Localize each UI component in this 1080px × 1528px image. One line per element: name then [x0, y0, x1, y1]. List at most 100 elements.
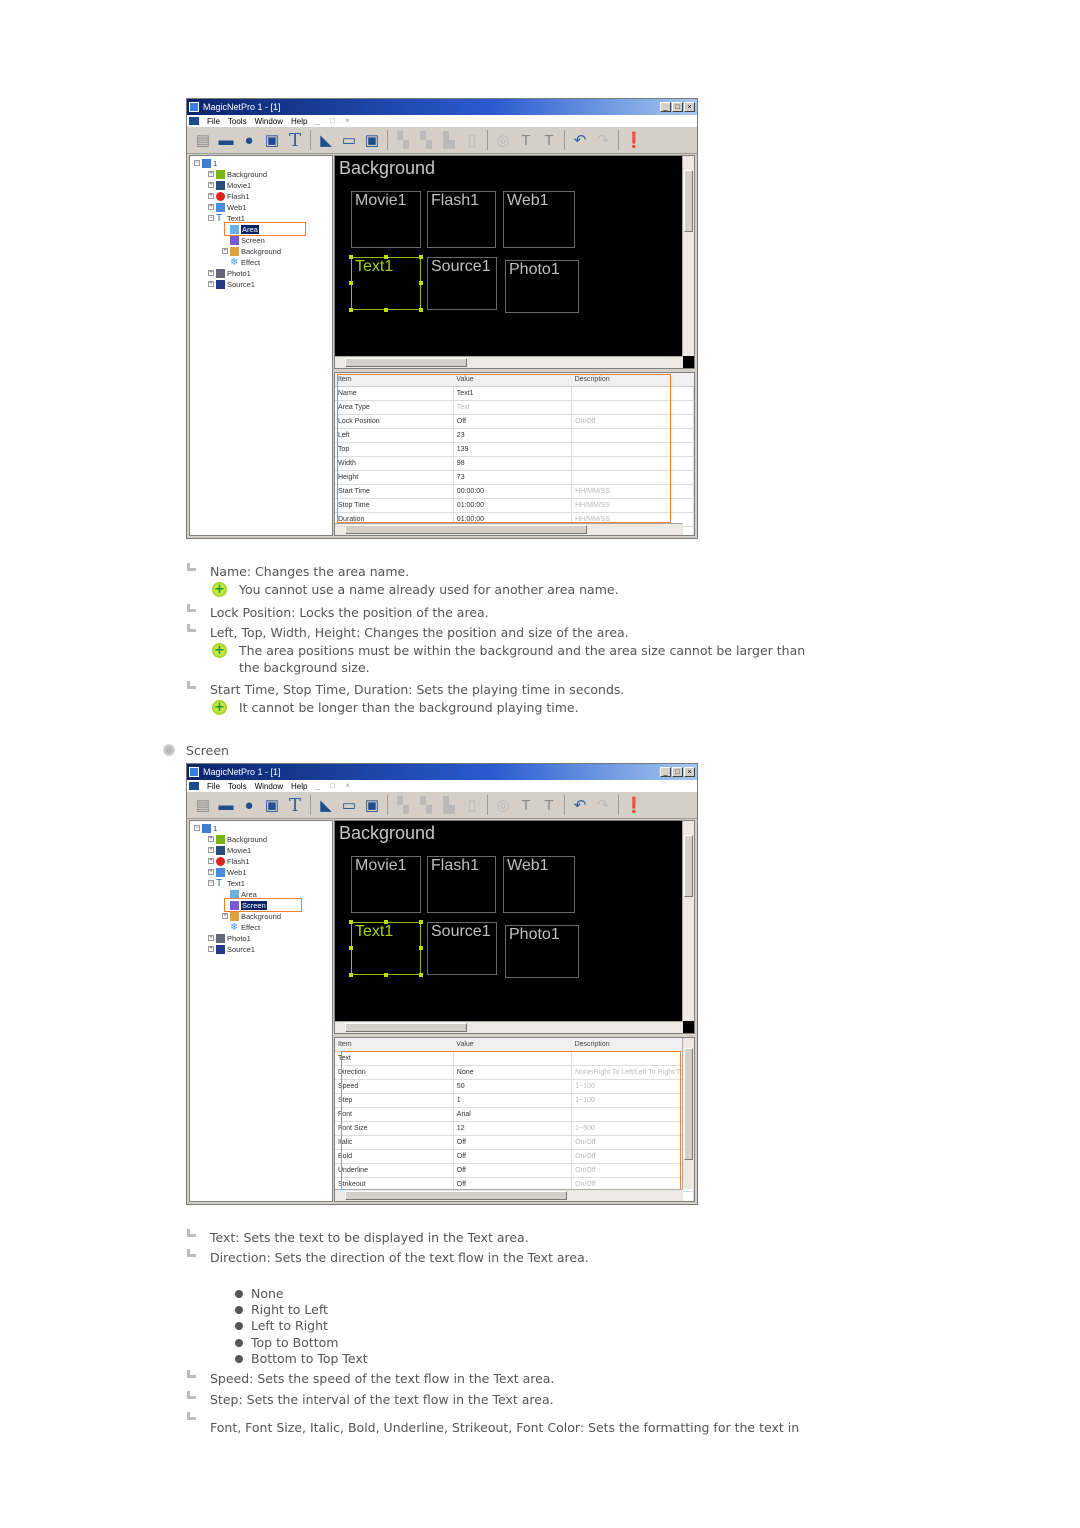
area-movie1[interactable]: Movie1	[351, 191, 421, 248]
menu-window[interactable]: Window	[255, 117, 283, 126]
remove-layer-icon[interactable]: ▚	[416, 130, 436, 150]
expand-icon[interactable]: +	[208, 281, 214, 287]
property-row[interactable]: Name Text1	[335, 386, 694, 401]
tree-item-movie1[interactable]: + Movie1	[208, 845, 251, 855]
property-value[interactable]: Off	[453, 1163, 573, 1178]
remove-layer-icon[interactable]: ▚	[416, 795, 436, 815]
expand-icon[interactable]: +	[208, 858, 214, 864]
column-header-value[interactable]: Value	[453, 373, 572, 387]
resize-handle[interactable]	[419, 308, 423, 312]
open-folder-icon[interactable]: ◣	[316, 795, 336, 815]
monitor-icon[interactable]: ▬	[216, 795, 236, 815]
device-icon[interactable]: ●	[239, 130, 259, 150]
property-row[interactable]: Lock Position Off On/Off	[335, 414, 694, 429]
expand-icon[interactable]: +	[208, 204, 214, 210]
column-header-description[interactable]: Description	[571, 373, 694, 387]
area-web1[interactable]: Web1	[503, 856, 575, 913]
property-value[interactable]	[453, 1051, 573, 1066]
scroll-thumb[interactable]	[684, 1048, 693, 1160]
property-value[interactable]: 00:00:00	[453, 484, 573, 499]
save-icon[interactable]: ▭	[339, 795, 359, 815]
tree-item-effect[interactable]: ❄ Effect	[230, 257, 260, 267]
tree-item-web1[interactable]: + Web1	[208, 202, 246, 212]
expand-icon[interactable]: +	[222, 248, 228, 254]
property-value[interactable]: 73	[453, 470, 573, 485]
canvas-horizontal-scrollbar[interactable]	[335, 356, 683, 368]
maximize-button[interactable]: □	[672, 767, 683, 777]
mdi-controls[interactable]: _ □ ×	[315, 781, 695, 790]
expand-icon[interactable]: +	[208, 935, 214, 941]
expand-icon[interactable]: +	[208, 847, 214, 853]
properties-horizontal-scrollbar[interactable]	[335, 1189, 683, 1201]
open-folder-icon[interactable]: ◣	[316, 130, 336, 150]
tree-item-text-background[interactable]: + Background	[222, 246, 281, 256]
resize-handle[interactable]	[349, 308, 353, 312]
canvas-horizontal-scrollbar[interactable]	[335, 1021, 683, 1033]
property-value[interactable]: 23	[453, 428, 573, 443]
property-row[interactable]: Italic Off On/Off	[335, 1135, 694, 1150]
tree-item-source1[interactable]: + Source1	[208, 944, 255, 954]
text-align-left-icon[interactable]: T	[516, 795, 536, 815]
close-button[interactable]: ×	[684, 767, 695, 777]
menu-help[interactable]: Help	[291, 782, 307, 791]
device-icon[interactable]: ●	[239, 795, 259, 815]
resize-handle[interactable]	[384, 973, 388, 977]
copy-icon[interactable]: ▙	[439, 130, 459, 150]
property-value[interactable]: Off	[453, 414, 573, 429]
info-icon[interactable]: ❗	[624, 130, 644, 150]
resize-handle[interactable]	[349, 946, 353, 950]
tree-item-photo1[interactable]: + Photo1	[208, 268, 251, 278]
layout-canvas[interactable]: Background Movie1 Flash1 Web1 Text1 Sour…	[334, 820, 695, 1034]
clock-icon[interactable]: ◎	[493, 795, 513, 815]
area-source1[interactable]: Source1	[427, 257, 497, 310]
collapse-icon[interactable]: −	[208, 215, 214, 221]
collapse-icon[interactable]: −	[194, 160, 200, 166]
tree-item-text-background[interactable]: + Background	[222, 911, 281, 921]
scroll-thumb[interactable]	[345, 525, 587, 534]
tree-item-web1[interactable]: + Web1	[208, 867, 246, 877]
trash-icon[interactable]: ▯	[462, 130, 482, 150]
area-source1[interactable]: Source1	[427, 922, 497, 975]
canvas-vertical-scrollbar[interactable]	[682, 156, 694, 356]
property-value[interactable]: 01:00:00	[453, 498, 573, 513]
property-row[interactable]: Area Type Text	[335, 400, 694, 415]
property-row[interactable]: Underline Off On/Off	[335, 1163, 694, 1178]
column-header-value[interactable]: Value	[453, 1038, 572, 1052]
expand-icon[interactable]: +	[208, 836, 214, 842]
mdi-controls[interactable]: _ □ ×	[315, 116, 695, 125]
menu-window[interactable]: Window	[255, 782, 283, 791]
expand-icon[interactable]: +	[208, 270, 214, 276]
resize-handle[interactable]	[419, 946, 423, 950]
menu-help[interactable]: Help	[291, 117, 307, 126]
area-photo1[interactable]: Photo1	[505, 925, 579, 978]
tree-item-background[interactable]: + Background	[208, 169, 267, 179]
tree-item-movie1[interactable]: + Movie1	[208, 180, 251, 190]
area-flash1[interactable]: Flash1	[427, 856, 496, 913]
scroll-thumb[interactable]	[345, 358, 467, 367]
properties-horizontal-scrollbar[interactable]	[335, 523, 683, 535]
menu-tools[interactable]: Tools	[228, 782, 247, 791]
property-row[interactable]: Stop Time 01:00:00 HH/MM/SS	[335, 498, 694, 513]
resize-handle[interactable]	[419, 255, 423, 259]
trash-icon[interactable]: ▯	[462, 795, 482, 815]
canvas-vertical-scrollbar[interactable]	[682, 821, 694, 1021]
redo-icon[interactable]: ↷	[593, 130, 613, 150]
menu-file[interactable]: File	[207, 117, 220, 126]
property-row[interactable]: Top 139	[335, 442, 694, 457]
new-schedule-icon[interactable]: ▤	[193, 130, 213, 150]
layout-canvas[interactable]: Background Movie1 Flash1 Web1 Text1 Sour…	[334, 155, 695, 369]
tree-root[interactable]: −1	[194, 158, 217, 168]
property-value[interactable]: Off	[453, 1149, 573, 1164]
collapse-icon[interactable]: −	[194, 825, 200, 831]
redo-icon[interactable]: ↷	[593, 795, 613, 815]
expand-icon[interactable]: +	[208, 946, 214, 952]
tree-item-screen[interactable]: Screen	[230, 235, 265, 245]
add-layer-icon[interactable]: ▚	[393, 795, 413, 815]
area-text1[interactable]: Text1	[351, 257, 421, 310]
resize-handle[interactable]	[384, 920, 388, 924]
tree-item-photo1[interactable]: + Photo1	[208, 933, 251, 943]
area-movie1[interactable]: Movie1	[351, 856, 421, 913]
add-layer-icon[interactable]: ▚	[393, 130, 413, 150]
collapse-icon[interactable]: −	[208, 880, 214, 886]
scroll-thumb[interactable]	[345, 1023, 467, 1032]
